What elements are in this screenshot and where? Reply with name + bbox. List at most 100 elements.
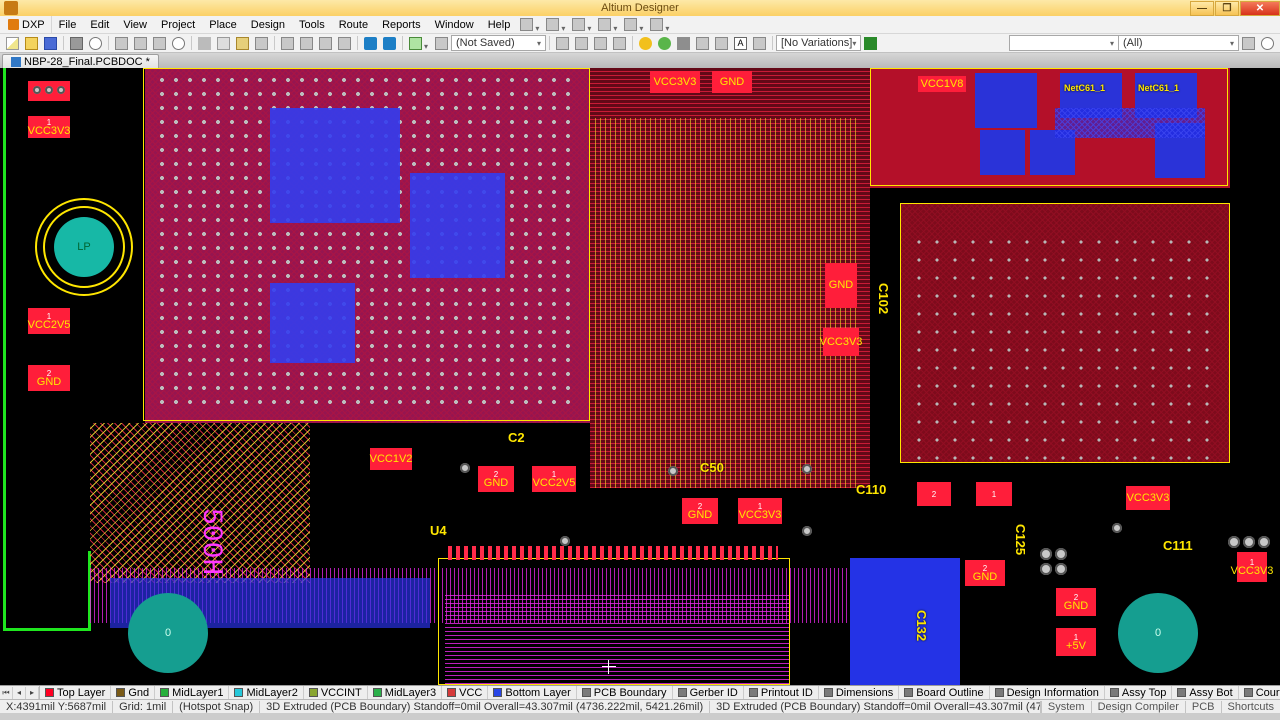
designator: C111 — [1163, 538, 1193, 553]
zoom-fit-icon[interactable] — [134, 37, 147, 50]
layer-tab[interactable]: MidLayer2 — [229, 686, 303, 699]
net-label: VCC3V3 — [820, 338, 863, 347]
deselect-icon[interactable] — [319, 37, 332, 50]
variation-combo[interactable]: [No Variations]▾ — [776, 35, 861, 51]
panel-tab-design-compiler[interactable]: Design Compiler — [1091, 701, 1185, 713]
zoom-sel-icon[interactable] — [153, 37, 166, 50]
layer-tab[interactable]: Top Layer — [40, 686, 111, 699]
run-icon[interactable] — [409, 37, 422, 50]
dropdown-icon[interactable] — [613, 22, 619, 28]
document-tab[interactable]: NBP-28_Final.PCBDOC * — [2, 54, 159, 68]
layer-scroll-prev-icon[interactable]: ◂ — [13, 687, 26, 699]
layer-tab[interactable]: MidLayer1 — [155, 686, 229, 699]
route-track-icon[interactable] — [556, 37, 569, 50]
place-via-icon[interactable] — [658, 37, 671, 50]
new-doc-icon[interactable] — [6, 37, 19, 50]
magnify-icon[interactable] — [172, 37, 185, 50]
layer-tab[interactable]: Printout ID — [744, 686, 819, 699]
layer-label: Top Layer — [57, 687, 105, 699]
place-fill-icon[interactable] — [696, 37, 709, 50]
place-line-icon[interactable] — [613, 37, 626, 50]
dxp-menu[interactable]: DXP — [2, 16, 52, 33]
tb-grid-icon[interactable] — [598, 18, 611, 31]
layer-tab[interactable]: Assy Bot — [1172, 686, 1238, 699]
print-icon[interactable] — [70, 37, 83, 50]
save-state-combo[interactable]: (Not Saved)▾ — [451, 35, 546, 51]
maximize-button[interactable]: ❐ — [1215, 1, 1239, 16]
tb-place-comp-icon[interactable] — [572, 18, 585, 31]
tb-place-line-icon[interactable] — [520, 18, 533, 31]
undo-icon[interactable] — [364, 37, 377, 50]
status-info2: 3D Extruded (PCB Boundary) Standoff=0mil… — [710, 701, 1041, 713]
tb-align-icon[interactable] — [650, 18, 663, 31]
close-button[interactable]: ✕ — [1240, 1, 1280, 16]
menu-window[interactable]: Window — [428, 16, 481, 33]
place-pad-icon[interactable] — [639, 37, 652, 50]
cut-icon[interactable] — [198, 37, 211, 50]
save-icon[interactable] — [44, 37, 57, 50]
tb-layer-icon[interactable] — [624, 18, 637, 31]
layer-tab[interactable]: PCB Boundary — [577, 686, 673, 699]
pcb-editor-canvas[interactable]: VCC1V8 NetC61_1 NetC61_1 1VCC3V3 1VCC2V5… — [0, 68, 1280, 685]
dropdown-icon[interactable] — [561, 22, 567, 28]
layer-tab[interactable]: Gnd — [111, 686, 155, 699]
route-multi-icon[interactable] — [594, 37, 607, 50]
menu-place[interactable]: Place — [202, 16, 244, 33]
filter-apply-icon[interactable] — [1242, 37, 1255, 50]
layer-scroll-next-icon[interactable]: ▸ — [26, 687, 39, 699]
layer-tab[interactable]: Assy Top — [1105, 686, 1172, 699]
layer-tab[interactable]: Board Outline — [899, 686, 989, 699]
dropdown-icon[interactable] — [587, 22, 593, 28]
place-comp-icon[interactable] — [753, 37, 766, 50]
layer-tab[interactable]: Design Information — [990, 686, 1105, 699]
dropdown-icon[interactable] — [665, 22, 671, 28]
redo-icon[interactable] — [383, 37, 396, 50]
filter-help-icon[interactable] — [1261, 37, 1274, 50]
menu-project[interactable]: Project — [154, 16, 202, 33]
place-arc-icon[interactable] — [677, 37, 690, 50]
filter-combo[interactable]: ▾ — [1009, 35, 1119, 51]
menu-help[interactable]: Help — [481, 16, 518, 33]
dropdown-icon[interactable] — [535, 22, 541, 28]
zoom-area-icon[interactable] — [115, 37, 128, 50]
layer-tab[interactable]: Bottom Layer — [488, 686, 576, 699]
dropdown-icon[interactable] — [424, 40, 430, 46]
layer-tab[interactable]: VCCINT — [304, 686, 368, 699]
panel-tab-pcb[interactable]: PCB — [1185, 701, 1221, 713]
place-string-icon[interactable]: A — [734, 37, 747, 50]
menu-view[interactable]: View — [116, 16, 154, 33]
menu-design[interactable]: Design — [244, 16, 292, 33]
net-label: GND — [688, 511, 712, 520]
route-diff-icon[interactable] — [575, 37, 588, 50]
menu-edit[interactable]: Edit — [83, 16, 116, 33]
select-icon[interactable] — [281, 37, 294, 50]
layer-tab[interactable]: Dimensions — [819, 686, 899, 699]
menu-reports[interactable]: Reports — [375, 16, 428, 33]
copy-icon[interactable] — [217, 37, 230, 50]
net-label: +5V — [1066, 642, 1086, 651]
layer-tab[interactable]: Courtyard Top — [1239, 686, 1280, 699]
menu-file[interactable]: File — [52, 16, 84, 33]
minimize-button[interactable]: — — [1190, 1, 1214, 16]
menu-tools[interactable]: Tools — [292, 16, 332, 33]
crosshair-icon[interactable] — [338, 37, 351, 50]
layer-tab[interactable]: Gerber ID — [673, 686, 744, 699]
layer-scroll-first-icon[interactable]: ⏮ — [0, 687, 13, 699]
panel-tab-shortcuts[interactable]: Shortcuts — [1221, 701, 1280, 713]
print-preview-icon[interactable] — [89, 37, 102, 50]
place-poly-icon[interactable] — [715, 37, 728, 50]
menu-route[interactable]: Route — [332, 16, 375, 33]
paste-icon[interactable] — [236, 37, 249, 50]
layer-swatch-icon — [493, 688, 502, 697]
panel-tab-system[interactable]: System — [1041, 701, 1091, 713]
layer-tab[interactable]: MidLayer3 — [368, 686, 442, 699]
layer-tab[interactable]: VCC — [442, 686, 488, 699]
move-icon[interactable] — [300, 37, 313, 50]
filter-scope-combo[interactable]: (All)▾ — [1119, 35, 1239, 51]
tb-place-via-icon[interactable] — [546, 18, 559, 31]
browse-icon[interactable] — [435, 37, 448, 50]
open-icon[interactable] — [25, 37, 38, 50]
layer-swatch-icon — [116, 688, 125, 697]
duplicate-icon[interactable] — [255, 37, 268, 50]
dropdown-icon[interactable] — [639, 22, 645, 28]
